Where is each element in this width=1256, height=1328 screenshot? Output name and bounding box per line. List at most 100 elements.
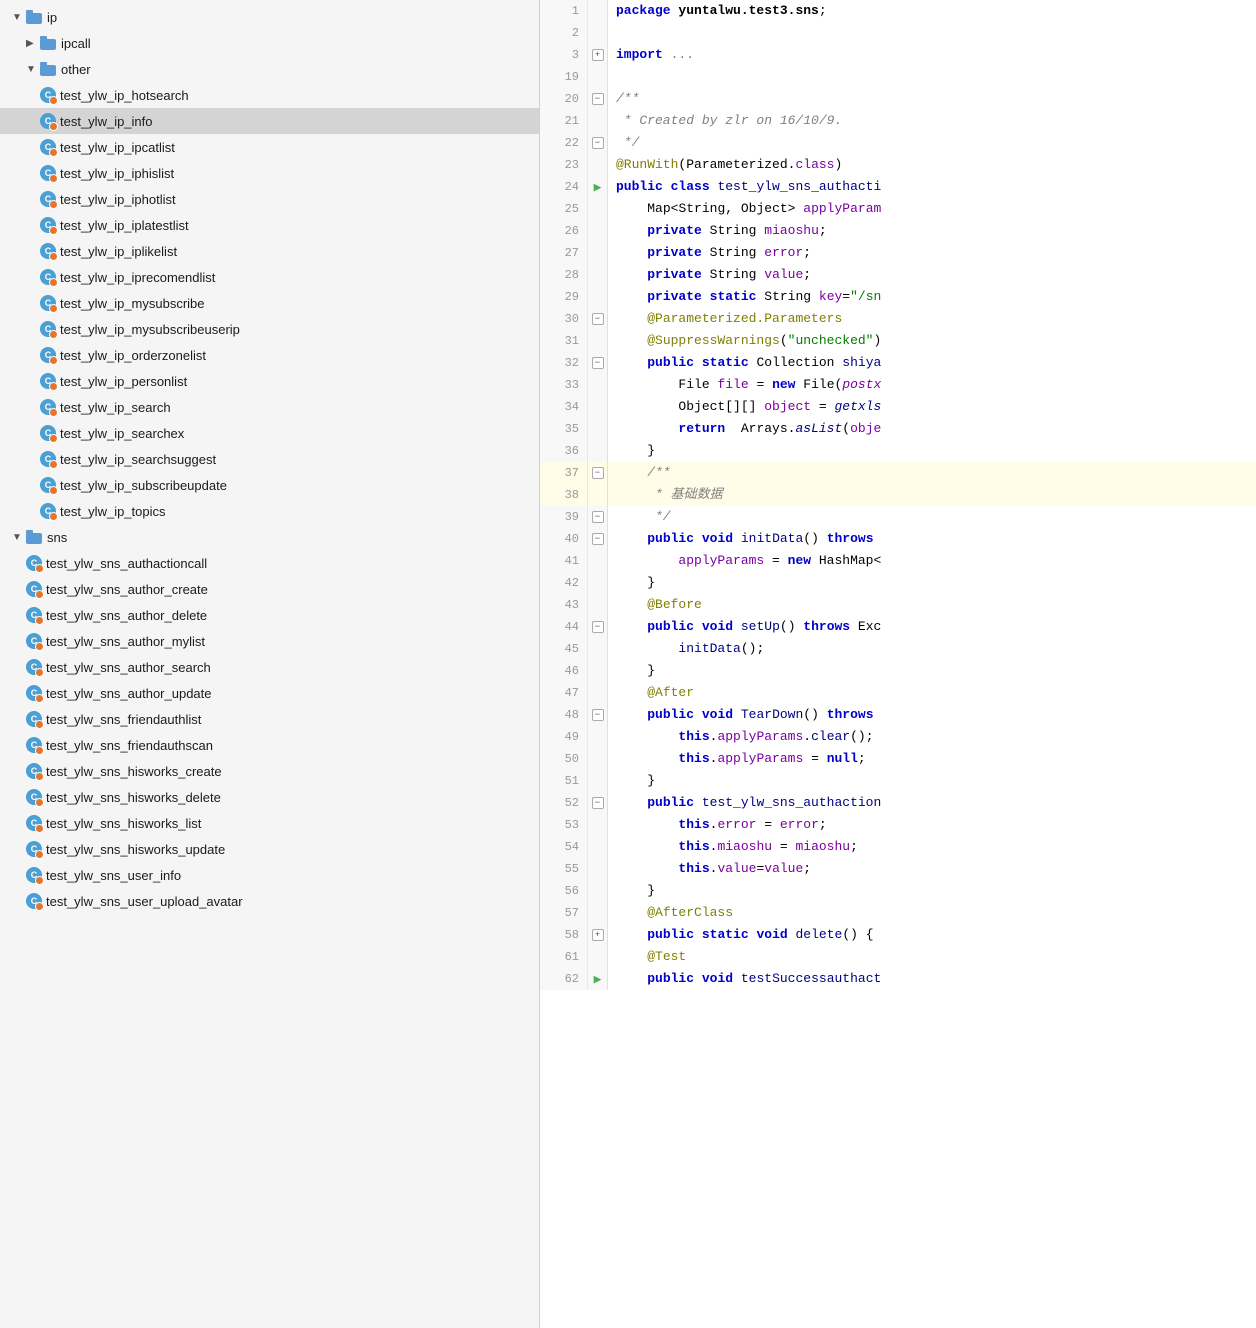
- gutter-44[interactable]: −: [588, 616, 608, 638]
- file-sns-user-info[interactable]: C test_ylw_sns_user_info: [0, 862, 539, 888]
- line-content-22[interactable]: */: [608, 132, 1256, 154]
- file-sns-author-delete[interactable]: C test_ylw_sns_author_delete: [0, 602, 539, 628]
- line-content-30[interactable]: @Parameterized.Parameters: [608, 308, 1256, 330]
- line-content-44[interactable]: public void setUp() throws Exc: [608, 616, 1256, 638]
- file-ip-iprecomendlist[interactable]: C test_ylw_ip_iprecomendlist: [0, 264, 539, 290]
- line-content-33[interactable]: File file = new File(postx: [608, 374, 1256, 396]
- file-sns-friendauthlist[interactable]: C test_ylw_sns_friendauthlist: [0, 706, 539, 732]
- line-content-37[interactable]: /**: [608, 462, 1256, 484]
- line-content-39[interactable]: */: [608, 506, 1256, 528]
- gutter-62[interactable]: ▶: [588, 968, 608, 990]
- fold-btn-44[interactable]: −: [592, 621, 604, 633]
- gutter-3[interactable]: +: [588, 44, 608, 66]
- fold-btn-58[interactable]: +: [592, 929, 604, 941]
- line-content-34[interactable]: Object[][] object = getxls: [608, 396, 1256, 418]
- line-content-41[interactable]: applyParams = new HashMap<: [608, 550, 1256, 572]
- line-content-48[interactable]: public void TearDown() throws: [608, 704, 1256, 726]
- gutter-40[interactable]: −: [588, 528, 608, 550]
- file-ip-subscribeupdate[interactable]: C test_ylw_ip_subscribeupdate: [0, 472, 539, 498]
- line-content-49[interactable]: this.applyParams.clear();: [608, 726, 1256, 748]
- gutter-20[interactable]: −: [588, 88, 608, 110]
- line-content-54[interactable]: this.miaoshu = miaoshu;: [608, 836, 1256, 858]
- file-ip-ipcatlist[interactable]: C test_ylw_ip_ipcatlist: [0, 134, 539, 160]
- line-content-40[interactable]: public void initData() throws: [608, 528, 1256, 550]
- file-sns-hisworks-create[interactable]: C test_ylw_sns_hisworks_create: [0, 758, 539, 784]
- line-content-56[interactable]: }: [608, 880, 1256, 902]
- line-content-51[interactable]: }: [608, 770, 1256, 792]
- file-sns-authactioncall[interactable]: C test_ylw_sns_authactioncall: [0, 550, 539, 576]
- line-content-32[interactable]: public static Collection shiya: [608, 352, 1256, 374]
- line-content-36[interactable]: }: [608, 440, 1256, 462]
- file-sns-friendauthscan[interactable]: C test_ylw_sns_friendauthscan: [0, 732, 539, 758]
- line-content-38[interactable]: * 基础数据: [608, 484, 1256, 506]
- file-ip-orderzonelist[interactable]: C test_ylw_ip_orderzonelist: [0, 342, 539, 368]
- fold-btn-3[interactable]: +: [592, 49, 604, 61]
- gutter-24[interactable]: ▶: [588, 176, 608, 198]
- file-sns-hisworks-update[interactable]: C test_ylw_sns_hisworks_update: [0, 836, 539, 862]
- line-content-20[interactable]: /**: [608, 88, 1256, 110]
- gutter-39[interactable]: −: [588, 506, 608, 528]
- line-content-57[interactable]: @AfterClass: [608, 902, 1256, 924]
- file-ip-mysubscribe[interactable]: C test_ylw_ip_mysubscribe: [0, 290, 539, 316]
- line-content-25[interactable]: Map<String, Object> applyParam: [608, 198, 1256, 220]
- line-content-24[interactable]: public class test_ylw_sns_authacti: [608, 176, 1256, 198]
- line-content-23[interactable]: @RunWith(Parameterized.class): [608, 154, 1256, 176]
- file-ip-iplatestlist[interactable]: C test_ylw_ip_iplatestlist: [0, 212, 539, 238]
- line-content-1[interactable]: package yuntalwu.test3.sns;: [608, 0, 1256, 22]
- file-ip-mysubscribeuserip[interactable]: C test_ylw_ip_mysubscribeuserip: [0, 316, 539, 342]
- file-sns-user-upload-avatar[interactable]: C test_ylw_sns_user_upload_avatar: [0, 888, 539, 914]
- line-content-21[interactable]: * Created by zlr on 16/10/9.: [608, 110, 1256, 132]
- line-content-28[interactable]: private String value;: [608, 264, 1256, 286]
- gutter-32[interactable]: −: [588, 352, 608, 374]
- file-ip-searchsuggest[interactable]: C test_ylw_ip_searchsuggest: [0, 446, 539, 472]
- file-ip-hotsearch[interactable]: C test_ylw_ip_hotsearch: [0, 82, 539, 108]
- fold-btn-30[interactable]: −: [592, 313, 604, 325]
- line-content-45[interactable]: initData();: [608, 638, 1256, 660]
- file-tree[interactable]: ▼ ip ▶ ipcall ▼ other: [0, 0, 540, 1328]
- file-ip-topics[interactable]: C test_ylw_ip_topics: [0, 498, 539, 524]
- line-content-62[interactable]: public void testSuccessauthact: [608, 968, 1256, 990]
- file-ip-iphotlist[interactable]: C test_ylw_ip_iphotlist: [0, 186, 539, 212]
- file-sns-author-mylist[interactable]: C test_ylw_sns_author_mylist: [0, 628, 539, 654]
- file-sns-author-create[interactable]: C test_ylw_sns_author_create: [0, 576, 539, 602]
- line-content-43[interactable]: @Before: [608, 594, 1256, 616]
- gutter-37[interactable]: −: [588, 462, 608, 484]
- line-content-47[interactable]: @After: [608, 682, 1256, 704]
- line-content-27[interactable]: private String error;: [608, 242, 1256, 264]
- line-content-53[interactable]: this.error = error;: [608, 814, 1256, 836]
- fold-btn-39[interactable]: −: [592, 511, 604, 523]
- line-content-26[interactable]: private String miaoshu;: [608, 220, 1256, 242]
- line-content-19[interactable]: [608, 66, 1256, 88]
- gutter-22[interactable]: −: [588, 132, 608, 154]
- fold-btn-32[interactable]: −: [592, 357, 604, 369]
- line-content-35[interactable]: return Arrays.asList(obje: [608, 418, 1256, 440]
- fold-btn-20[interactable]: −: [592, 93, 604, 105]
- fold-btn-40[interactable]: −: [592, 533, 604, 545]
- fold-btn-22[interactable]: −: [592, 137, 604, 149]
- file-ip-iplikelist[interactable]: C test_ylw_ip_iplikelist: [0, 238, 539, 264]
- line-content-55[interactable]: this.value=value;: [608, 858, 1256, 880]
- file-sns-hisworks-delete[interactable]: C test_ylw_sns_hisworks_delete: [0, 784, 539, 810]
- file-sns-author-search[interactable]: C test_ylw_sns_author_search: [0, 654, 539, 680]
- gutter-58[interactable]: +: [588, 924, 608, 946]
- folder-sns[interactable]: ▼ sns: [0, 524, 539, 550]
- fold-btn-48[interactable]: −: [592, 709, 604, 721]
- line-content-50[interactable]: this.applyParams = null;: [608, 748, 1256, 770]
- folder-ip[interactable]: ▼ ip: [0, 4, 539, 30]
- line-content-42[interactable]: }: [608, 572, 1256, 594]
- gutter-48[interactable]: −: [588, 704, 608, 726]
- line-content-46[interactable]: }: [608, 660, 1256, 682]
- gutter-52[interactable]: −: [588, 792, 608, 814]
- file-ip-info[interactable]: C test_ylw_ip_info: [0, 108, 539, 134]
- line-content-58[interactable]: public static void delete() {: [608, 924, 1256, 946]
- line-content-2[interactable]: [608, 22, 1256, 44]
- line-content-29[interactable]: private static String key="/sn: [608, 286, 1256, 308]
- fold-btn-52[interactable]: −: [592, 797, 604, 809]
- file-ip-personlist[interactable]: C test_ylw_ip_personlist: [0, 368, 539, 394]
- file-sns-author-update[interactable]: C test_ylw_sns_author_update: [0, 680, 539, 706]
- fold-btn-37[interactable]: −: [592, 467, 604, 479]
- folder-ipcall[interactable]: ▶ ipcall: [0, 30, 539, 56]
- line-content-3[interactable]: import ...: [608, 44, 1256, 66]
- line-content-52[interactable]: public test_ylw_sns_authaction: [608, 792, 1256, 814]
- line-content-31[interactable]: @SuppressWarnings("unchecked"): [608, 330, 1256, 352]
